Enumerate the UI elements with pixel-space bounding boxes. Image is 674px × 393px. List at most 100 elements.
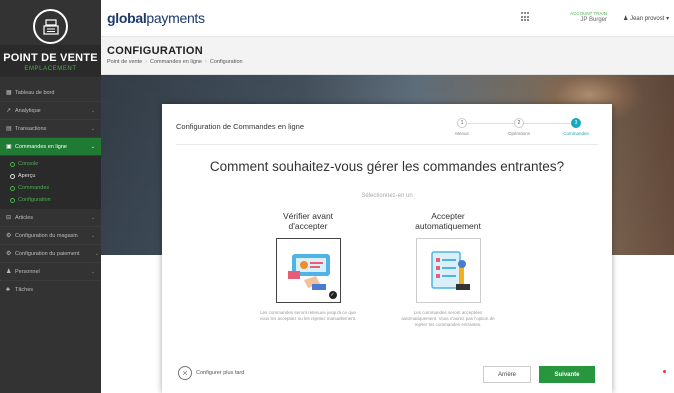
sidebar-item-online-orders[interactable]: ▣ Commandes en ligne ⌄	[0, 138, 101, 156]
sidebar-item-label: Personnel	[15, 268, 40, 275]
option-card[interactable]: ✓	[275, 238, 341, 303]
logo-light: payments	[146, 10, 205, 26]
subnav-item-console[interactable]: Console	[0, 158, 101, 170]
notification-dot	[663, 370, 666, 373]
sidebar-nav: ▦ Tableau de bord ↗ Analytique ⌄ ▤ Trans…	[0, 84, 101, 299]
subnav-item-apercu[interactable]: Aperçu	[0, 170, 101, 182]
select-hint: Sélectionnez-en un	[361, 193, 413, 199]
sidebar-item-staff[interactable]: ♟ Personnel ⌄	[0, 263, 101, 281]
chevron-down-icon: ⌄	[90, 143, 95, 150]
step-operations[interactable]: 2 Opérations	[499, 118, 539, 136]
caret-down-icon: ▾	[666, 16, 670, 22]
sidebar-item-label: Configuration du paiement	[15, 250, 80, 257]
step-number: 2	[514, 118, 524, 128]
breadcrumb-item: Configuration	[209, 59, 243, 65]
checkmark-icon: ✓	[328, 291, 337, 299]
user-menu[interactable]: ♟ Jean provost ▾	[623, 15, 669, 22]
subnav-online-orders: Console Aperçu Commandes Configuration	[0, 156, 101, 209]
logo-bold: global	[107, 10, 147, 26]
radio-dot-icon	[10, 185, 15, 191]
manual-review-illustration-icon	[287, 254, 330, 290]
cart-icon: ▣	[6, 144, 12, 150]
sidebar-item-label: Tableau de bord	[15, 89, 55, 96]
sidebar-item-label: Transactions	[15, 125, 47, 132]
radio-dot-icon	[10, 197, 15, 203]
stepper: 1 Menus 2 Opérations 3 Commandes	[434, 112, 604, 140]
sidebar: POINT DE VENTE EMPLACEMENT ▦ Tableau de …	[0, 0, 101, 393]
sidebar-item-store-config[interactable]: ⚙ Configuration du magasin ⌄	[0, 227, 101, 245]
payment-config-icon: ⚙	[6, 251, 12, 257]
step-menus[interactable]: 1 Menus	[442, 118, 482, 136]
option-title: Vérifier avant	[282, 211, 334, 221]
user-icon: ♟	[623, 16, 629, 22]
subnav-label: Configuration	[18, 197, 51, 203]
articles-icon: ⊟	[6, 215, 12, 221]
modal-divider	[176, 144, 598, 145]
brand-subtitle: EMPLACEMENT	[24, 66, 77, 72]
option-card[interactable]	[415, 238, 481, 303]
subnav-label: Aperçu	[18, 173, 36, 179]
subnav-item-configuration[interactable]: Configuration	[0, 194, 101, 206]
option-title: d'accepter	[288, 221, 328, 231]
configure-later-label: Configurer plus tard	[196, 370, 245, 376]
sidebar-item-label: Configuration du magasin	[15, 232, 78, 239]
chevron-down-icon: ⌄	[90, 268, 95, 275]
breadcrumb-separator-icon: ›	[145, 59, 148, 65]
step-number: 1	[457, 118, 467, 128]
chevron-down-icon: ⌄	[94, 250, 99, 257]
step-label: Opérations	[507, 131, 530, 136]
option-verify-before-accept[interactable]: Vérifier avant d'accepter ✓ Les commande…	[258, 211, 358, 322]
store-config-icon: ⚙	[6, 233, 12, 239]
globalpayments-logo[interactable]: globalpayments	[107, 10, 205, 26]
chart-icon: ↗	[6, 108, 12, 114]
breadcrumb-separator-icon: ›	[205, 59, 207, 65]
account-label: ACCOUNT TRAIN	[570, 11, 607, 16]
modal-question: Comment souhaitez-vous gérer les command…	[209, 159, 565, 174]
option-title: automatiquement	[415, 221, 481, 231]
transactions-icon: ▤	[6, 126, 12, 132]
modal-title: Configuration de Commandes en ligne	[176, 122, 304, 131]
close-circle-icon: ×	[178, 366, 192, 380]
staff-icon: ♟	[6, 269, 12, 275]
sidebar-item-transactions[interactable]: ▤ Transactions ⌄	[0, 120, 101, 138]
setup-modal: Configuration de Commandes en ligne 1 Me…	[162, 104, 612, 393]
step-label: Menus	[455, 131, 469, 136]
step-commandes[interactable]: 3 Commandes	[556, 118, 596, 136]
option-description: Les commandes seront acceptées automatiq…	[401, 310, 495, 327]
sidebar-item-articles[interactable]: ⊟ Articles ⌄	[0, 209, 101, 227]
sidebar-item-label: Tâches	[15, 287, 34, 293]
account-switcher[interactable]: ACCOUNT TRAIN JP Burger	[547, 11, 607, 23]
sidebar-item-label: Analytique	[15, 107, 41, 114]
register-icon	[33, 9, 68, 44]
chevron-down-icon: ⌄	[90, 107, 95, 114]
sidebar-item-tasks[interactable]: ♣ Tâches	[0, 281, 101, 299]
breadcrumb-item[interactable]: Point de vente	[107, 59, 142, 65]
chevron-down-icon: ⌄	[90, 214, 95, 221]
back-button[interactable]: Arrière	[483, 366, 531, 383]
app-window: POINT DE VENTE EMPLACEMENT ▦ Tableau de …	[0, 0, 674, 393]
option-title: Accepter	[431, 211, 465, 221]
option-auto-accept[interactable]: Accepter automatiquement Les commandes s…	[398, 211, 498, 328]
top-bar: globalpayments ACCOUNT TRAIN JP Burger ♟…	[101, 0, 674, 37]
tasks-icon: ♣	[6, 287, 10, 293]
option-description: Les commandes seront retenues jusqu'à ce…	[259, 310, 357, 321]
page-header: CONFIGURATION Point de vente › Commandes…	[101, 37, 674, 75]
sidebar-item-analytics[interactable]: ↗ Analytique ⌄	[0, 102, 101, 120]
chevron-down-icon: ⌄	[90, 125, 95, 132]
chevron-down-icon: ⌄	[90, 232, 95, 239]
page-title: CONFIGURATION	[107, 45, 203, 57]
sidebar-item-label: Articles	[15, 214, 34, 221]
sidebar-item-payment-config[interactable]: ⚙ Configuration du paiement ⌄	[0, 245, 101, 263]
account-name: JP Burger	[580, 17, 607, 23]
subnav-label: Console	[18, 161, 39, 167]
subnav-item-commandes[interactable]: Commandes	[0, 182, 101, 194]
configure-later-link[interactable]: × Configurer plus tard	[178, 366, 244, 380]
sidebar-item-dashboard[interactable]: ▦ Tableau de bord	[0, 84, 101, 102]
apps-grid-icon[interactable]	[521, 12, 531, 22]
sidebar-item-label: Commandes en ligne	[15, 143, 67, 150]
step-number: 3	[571, 118, 581, 128]
auto-accept-illustration-icon	[430, 251, 470, 290]
next-button[interactable]: Suivante	[539, 366, 595, 383]
breadcrumb-item[interactable]: Commandes en ligne	[150, 59, 202, 65]
step-label: Commandes	[563, 131, 589, 136]
